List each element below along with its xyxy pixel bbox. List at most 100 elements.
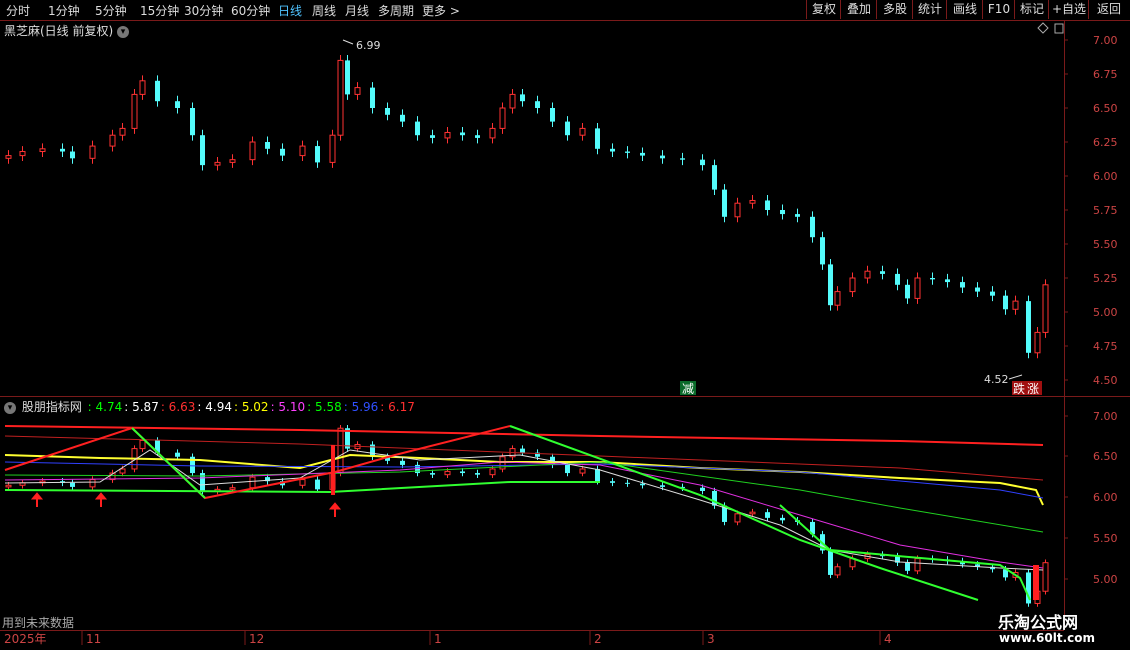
diamond-icon[interactable] <box>1037 22 1049 34</box>
candle-body <box>975 287 980 292</box>
indicator-name: 股朋指标网 <box>21 400 82 414</box>
candle-body <box>880 271 885 274</box>
axis-tick-label: 5.00 <box>1093 306 1118 319</box>
window-toggle-icon[interactable] <box>1054 23 1064 34</box>
volume-bar-red-2 <box>331 445 335 495</box>
low-price-label: 4.52 <box>984 373 1009 386</box>
candle-body <box>70 151 75 159</box>
candle-body <box>299 145 306 157</box>
axis-tick-label: 6.00 <box>1093 491 1118 504</box>
candle-body <box>39 148 46 153</box>
candle-body <box>945 279 950 283</box>
candle-body <box>565 464 570 474</box>
candle-body <box>460 132 465 136</box>
chevron-down-icon[interactable]: ▾ <box>4 401 16 414</box>
candle-body <box>712 165 717 190</box>
candle-body <box>579 468 586 474</box>
candle-body <box>89 145 96 159</box>
candle-body <box>155 80 160 102</box>
indicator-values: : 4.74: 5.87: 6.63: 4.94: 5.02: 5.10: 5.… <box>88 400 417 414</box>
indicator-value: : 5.96 <box>343 400 379 414</box>
candle-body <box>1042 284 1049 333</box>
candle-body <box>864 270 871 279</box>
candle-body <box>905 562 910 571</box>
low-pointer <box>1008 374 1023 380</box>
candle-body <box>400 114 405 122</box>
candle-body <box>660 485 665 487</box>
axis-tick-label: 5.00 <box>1093 573 1118 586</box>
candle-body <box>535 101 540 108</box>
candle-body <box>354 87 361 95</box>
candle-body <box>565 121 570 136</box>
candle-body <box>499 107 506 129</box>
candle-body <box>415 121 420 136</box>
candle-body <box>249 141 256 161</box>
candle-body <box>795 214 800 217</box>
candle-body <box>990 291 995 296</box>
indicator-axis: 7.00 6.50 6.00 5.50 5.00 <box>1064 410 1118 586</box>
candle-body <box>625 151 630 153</box>
candle-body <box>914 558 921 572</box>
candle-body <box>1012 300 1019 310</box>
future-data-note: 用到未来数据 <box>2 616 75 630</box>
rise-marker: 涨 <box>1027 381 1039 396</box>
candle-body <box>315 479 320 490</box>
candle-body <box>139 439 146 450</box>
candle-body <box>1026 301 1031 353</box>
candle-body <box>610 148 615 152</box>
candle-body <box>119 127 126 136</box>
candle-body <box>299 479 306 486</box>
candle-body <box>680 158 685 160</box>
candle-body <box>139 80 146 95</box>
axis-tick-label: 6.50 <box>1093 102 1118 115</box>
trend-green-tail <box>779 504 1031 601</box>
candle-body <box>700 159 705 166</box>
candle-body <box>5 155 12 159</box>
volume-bar-red <box>1033 565 1039 600</box>
ma-line-green-mid <box>4 461 1044 533</box>
watermark-name: 乐淘公式网 <box>998 613 1079 632</box>
candle-body <box>895 273 900 285</box>
axis-tick-label: 4.50 <box>1093 374 1118 387</box>
candle-body <box>828 550 833 575</box>
candle-body <box>489 127 496 139</box>
candle-body <box>370 87 375 108</box>
candle-body <box>444 131 451 139</box>
candle-body <box>722 189 727 217</box>
candle-body <box>712 490 717 506</box>
axis-tick-label: 6.50 <box>1093 450 1118 463</box>
candle-body <box>131 93 138 129</box>
candle-body <box>1034 331 1041 354</box>
up-arrow-icon <box>328 502 342 517</box>
axis-tick-label: 7.00 <box>1093 410 1118 423</box>
candle-body <box>1003 295 1008 310</box>
axis-tick-label: 5.25 <box>1093 272 1118 285</box>
watermark-url: www.60lt.com <box>999 631 1096 645</box>
candle-body <box>914 277 921 299</box>
candle-body <box>810 216 815 238</box>
candle-body <box>329 134 336 163</box>
axis-tick-label: 5.50 <box>1093 532 1118 545</box>
candle-body <box>400 460 405 465</box>
time-axis-label: 11 <box>86 632 101 646</box>
indicator-candles <box>5 424 1049 607</box>
candle-body <box>625 482 630 484</box>
candle-body <box>229 487 236 490</box>
fall-marker: 跌 <box>1013 381 1025 396</box>
candle-body <box>610 481 615 483</box>
ma-line-red-long <box>4 425 1044 446</box>
candle-body <box>249 476 256 489</box>
candle-body <box>460 471 465 474</box>
candle-body <box>489 468 496 476</box>
indicator-header[interactable]: ▾ 股朋指标网 : 4.74: 5.87: 6.63: 4.94: 5.02: … <box>4 398 419 415</box>
indicator-value: : 4.74 <box>87 400 123 414</box>
time-axis-label: 1 <box>434 632 442 646</box>
candle-body <box>190 108 195 136</box>
candle-body <box>385 108 390 115</box>
candle-body <box>765 512 770 518</box>
candle-body <box>520 448 525 453</box>
candle-body <box>119 468 126 474</box>
candle-body <box>780 517 785 521</box>
candle-body <box>430 135 435 138</box>
candle-body <box>734 202 741 218</box>
